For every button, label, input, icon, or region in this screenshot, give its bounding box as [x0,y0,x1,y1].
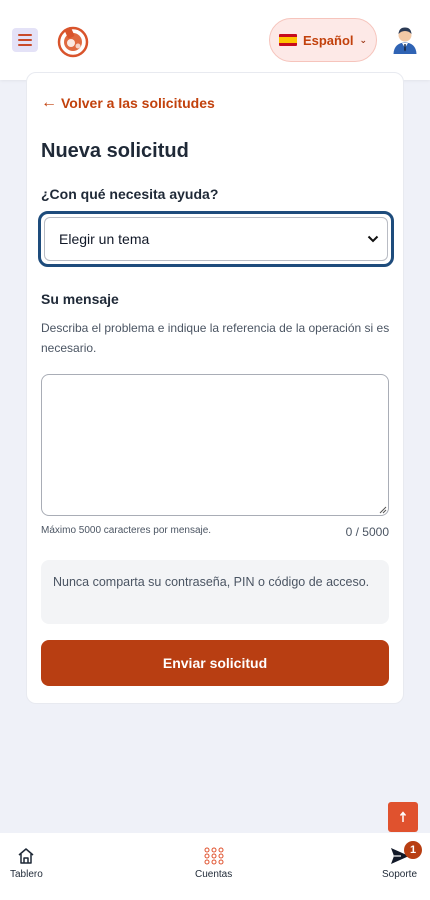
nav-label: Tablero [10,869,43,880]
menu-icon[interactable] [12,28,38,52]
grid-dots-icon [204,847,224,865]
language-label: Español [302,32,354,48]
nav-label: Cuentas [195,869,233,880]
page-title: Nueva solicitud [41,140,189,162]
submit-request-button[interactable]: Enviar solicitud [41,640,389,686]
notification-badge: 1 [404,841,422,859]
topic-select-value: Elegir un tema [59,231,150,247]
topic-label: ¿Con qué necesita ayuda? [41,186,219,202]
user-avatar[interactable] [392,26,418,54]
top-header: Español ⌄ [0,0,430,80]
language-selector[interactable]: Español ⌄ [269,18,377,62]
topic-select-focus-ring: Elegir un tema [38,211,394,267]
scroll-top-button[interactable] [388,802,418,832]
back-to-requests-link[interactable]: ← Volver a las solicitudes [41,94,215,112]
nav-item-accounts[interactable]: Cuentas [195,847,232,880]
chevron-down-icon: ⌄ [359,34,368,45]
nav-item-dashboard[interactable]: Tablero [10,847,43,880]
topic-select[interactable]: Elegir un tema [44,217,388,261]
security-notice: Nunca comparta su contraseña, PIN o códi… [41,560,389,624]
back-link-label: Volver a las solicitudes [61,95,215,111]
spain-flag-icon [278,34,297,46]
chevron-down-icon [367,235,379,243]
home-icon [18,848,34,864]
character-counter: 0 / 5000 [345,525,389,539]
nav-label: Soporte [382,869,418,880]
message-label: Su mensaje [41,291,119,307]
resize-handle-icon[interactable] [379,506,387,514]
message-help-text: Describa el problema e indique la refere… [41,321,390,355]
bottom-navigation: Tablero Cuentas 1 Soporte [0,833,430,900]
arrow-left-icon: ← [41,94,57,111]
max-characters-note: Máximo 5000 caracteres por mensaje. [41,525,212,536]
new-request-card: ← Volver a las solicitudes Nueva solicit… [26,72,404,704]
nav-item-support[interactable]: 1 Soporte [382,841,422,880]
brand-logo[interactable] [56,24,90,58]
arrow-up-icon [399,811,407,822]
message-textarea[interactable] [41,374,389,516]
